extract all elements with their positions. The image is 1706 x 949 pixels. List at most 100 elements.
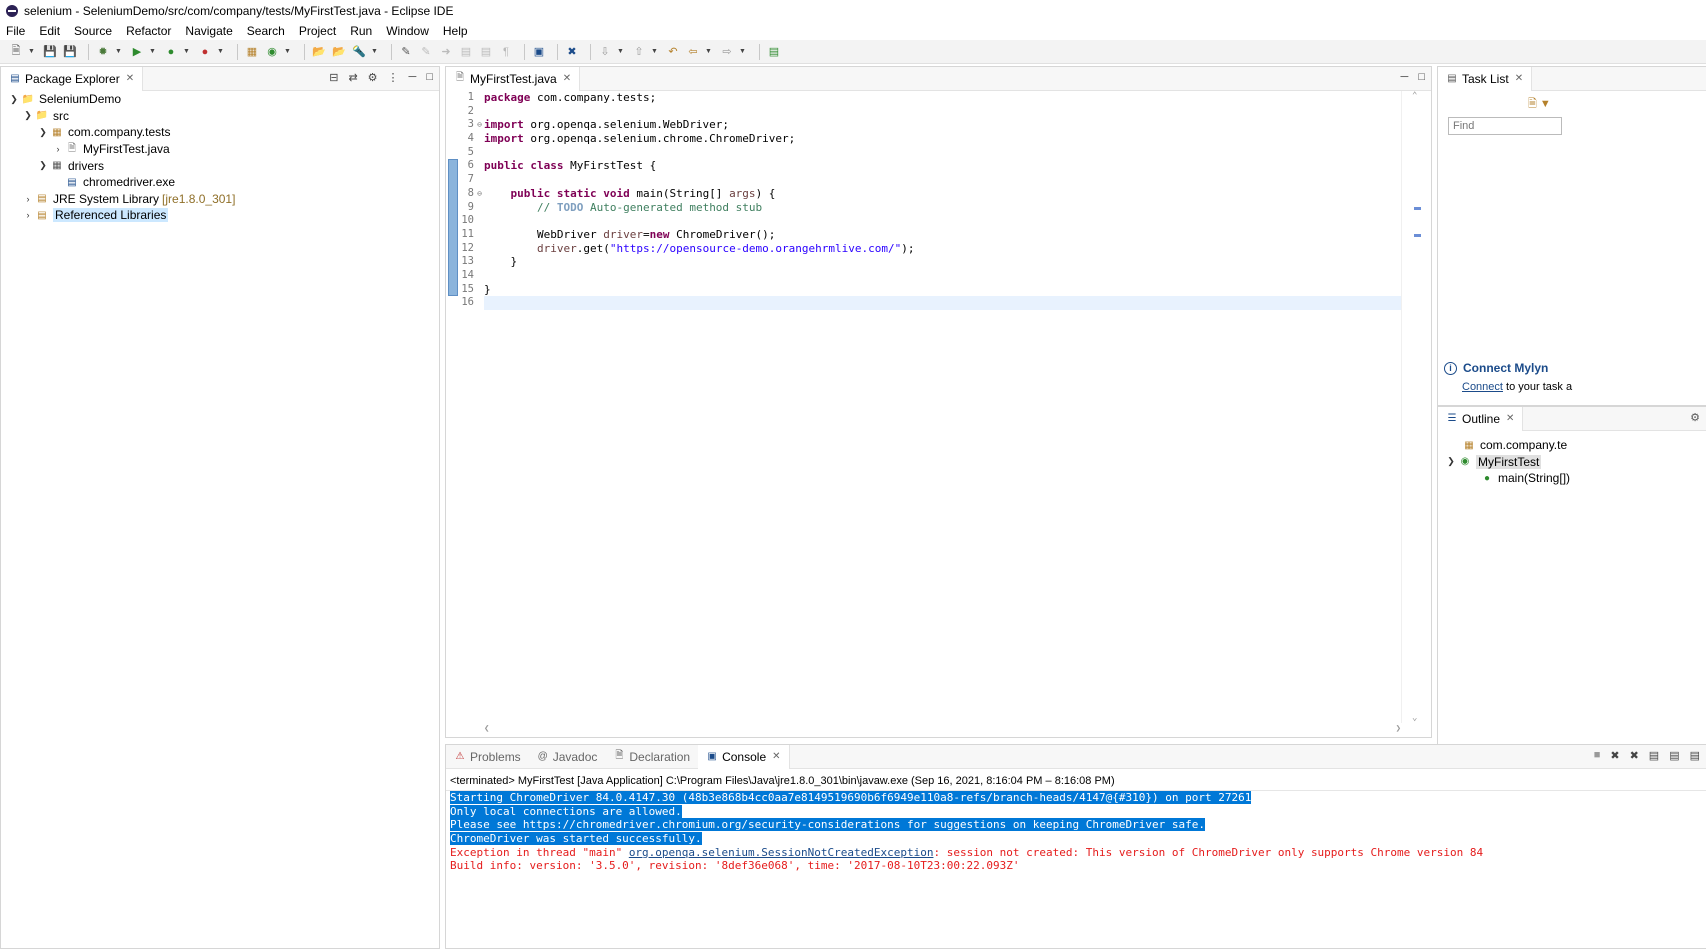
show-whitespace-icon[interactable]: ▤ — [478, 44, 494, 60]
coverage-icon[interactable]: ● — [163, 44, 179, 60]
tab-declaration[interactable]: 🗎 Declaration — [605, 745, 698, 769]
tree-item-referenced-libraries[interactable]: › ▤ Referenced Libraries — [1, 207, 439, 224]
tree-item-jre[interactable]: › ▤ JRE System Library [jre1.8.0_301] — [1, 191, 439, 208]
tab-outline[interactable]: ☰ Outline ✕ — [1438, 406, 1524, 431]
menu-project[interactable]: Project — [299, 24, 336, 38]
minimize-icon[interactable]: ─ — [409, 71, 417, 84]
connect-link[interactable]: Connect — [1462, 381, 1503, 393]
tab-problems[interactable]: ⚠ Problems — [446, 745, 529, 769]
previous-annotation-icon[interactable]: ⇧ — [631, 44, 647, 60]
remove-all-launches-icon[interactable]: ✖ — [1630, 749, 1639, 762]
editor-vertical-scrollbar[interactable]: ⌃ ⌄ — [1401, 91, 1431, 723]
remove-launch-icon[interactable]: ✖ — [1610, 749, 1619, 762]
new-java-class-icon[interactable]: ◉ — [264, 44, 280, 60]
editor-horizontal-scrollbar[interactable]: ❮ ❯ — [484, 723, 1401, 737]
debug-dropdown-icon[interactable]: ▼ — [115, 48, 123, 55]
close-icon[interactable]: ✕ — [1515, 73, 1523, 84]
outline-filter-icon[interactable]: ⚙ — [1690, 411, 1700, 424]
tree-item-src[interactable]: ❯ 📁 src — [1, 108, 439, 125]
expanded-chevron-icon[interactable]: ❯ — [1444, 456, 1458, 467]
new-dropdown-icon[interactable]: ▼ — [28, 48, 36, 55]
link-with-editor-icon[interactable]: ⇄ — [348, 71, 357, 84]
collapsed-chevron-icon[interactable]: › — [21, 210, 35, 220]
open-task-icon[interactable]: 📂 — [331, 44, 347, 60]
terminal-icon[interactable]: ▣ — [531, 44, 547, 60]
maximize-icon[interactable]: □ — [426, 71, 433, 84]
collapse-all-icon[interactable]: ⊟ — [329, 71, 338, 84]
task-find-input[interactable]: Find — [1448, 117, 1562, 135]
back-icon[interactable]: ⇦ — [685, 44, 701, 60]
forward-dropdown-icon[interactable]: ▼ — [739, 48, 747, 55]
word-wrap-icon[interactable]: ▤ — [1690, 749, 1700, 762]
tab-package-explorer[interactable]: ▤ Package Explorer ✕ — [1, 66, 144, 91]
tree-item-chromedriver[interactable]: ▤ chromedriver.exe — [1, 174, 439, 191]
tab-console[interactable]: ▣ Console ✕ — [698, 744, 790, 769]
tree-item-java-file[interactable]: › 🗎 MyFirstTest.java — [1, 141, 439, 158]
tab-javadoc[interactable]: @ Javadoc — [529, 745, 606, 769]
filters-icon[interactable]: ⚙ — [368, 71, 378, 84]
menu-file[interactable]: File — [6, 24, 25, 38]
outline-item-class[interactable]: ❯ ◉ MyFirstTest — [1438, 454, 1706, 471]
new-class-dropdown-icon[interactable]: ▼ — [284, 48, 292, 55]
search-dropdown-icon[interactable]: ▼ — [371, 48, 379, 55]
back-dropdown-icon[interactable]: ▼ — [705, 48, 713, 55]
close-icon[interactable]: ✕ — [772, 751, 780, 762]
toggle-block-selection-icon[interactable]: ➜ — [438, 44, 454, 60]
word-wrap-icon[interactable]: ▤ — [458, 44, 474, 60]
code-area[interactable]: 1 2 3 ⊖ 4 5 6 7 8 ⊖ 9 10 11 12 13 14 15 16… — [446, 91, 1431, 737]
scroll-up-icon[interactable]: ⌃ — [1412, 91, 1417, 101]
menu-source[interactable]: Source — [74, 24, 112, 38]
toggle-breadcrumb-icon[interactable]: ✎ — [418, 44, 434, 60]
expanded-chevron-icon[interactable]: ❯ — [7, 94, 21, 105]
close-icon[interactable]: ✕ — [1506, 413, 1514, 424]
last-edit-location-icon[interactable]: ↶ — [665, 44, 681, 60]
search-icon[interactable]: 🔦 — [351, 44, 367, 60]
minimize-icon[interactable]: ─ — [1401, 71, 1409, 83]
view-menu-icon[interactable]: ⋮ — [388, 71, 399, 84]
skip-breakpoints-icon[interactable]: ✖ — [564, 44, 580, 60]
exception-class-link[interactable]: org.openqa.selenium.SessionNotCreatedExc… — [629, 846, 934, 859]
previous-annotation-dropdown-icon[interactable]: ▼ — [651, 48, 659, 55]
expanded-chevron-icon[interactable]: ❯ — [36, 127, 50, 138]
scroll-right-icon[interactable]: ❯ — [1396, 724, 1401, 734]
tab-myfirsttest-java[interactable]: 🗎 MyFirstTest.java ✕ — [446, 66, 581, 91]
pilcrow-icon[interactable]: ¶ — [498, 44, 514, 60]
console-output[interactable]: Starting ChromeDriver 84.0.4147.30 (48b3… — [446, 791, 1706, 873]
open-perspective-icon[interactable]: ▤ — [766, 44, 782, 60]
save-icon[interactable]: 💾 — [42, 44, 58, 60]
menu-run[interactable]: Run — [350, 24, 372, 38]
open-type-icon[interactable]: 📂 — [311, 44, 327, 60]
outline-item-package[interactable]: ▦ com.company.te — [1438, 437, 1706, 454]
code-text[interactable]: package com.company.tests; import org.op… — [484, 91, 1401, 723]
collapsed-chevron-icon[interactable]: › — [21, 194, 35, 204]
new-java-package-icon[interactable]: ▦ — [244, 44, 260, 60]
next-annotation-icon[interactable]: ⇩ — [597, 44, 613, 60]
close-icon[interactable]: ✕ — [563, 73, 571, 84]
scroll-left-icon[interactable]: ❮ — [484, 724, 489, 734]
menu-window[interactable]: Window — [386, 24, 429, 38]
fold-icon[interactable]: ⊖ — [477, 187, 482, 201]
menu-edit[interactable]: Edit — [39, 24, 60, 38]
menu-help[interactable]: Help — [443, 24, 468, 38]
run-dropdown-icon[interactable]: ▼ — [149, 48, 157, 55]
menu-navigate[interactable]: Navigate — [185, 24, 232, 38]
clear-console-icon[interactable]: ▤ — [1649, 749, 1659, 762]
scroll-down-icon[interactable]: ⌄ — [1412, 713, 1417, 723]
expanded-chevron-icon[interactable]: ❯ — [36, 160, 50, 171]
toggle-mark-occurrences-icon[interactable]: ✎ — [398, 44, 414, 60]
outline-item-method[interactable]: ● main(String[]) — [1438, 470, 1706, 487]
maximize-icon[interactable]: □ — [1418, 71, 1425, 83]
tree-item-drivers[interactable]: ❯ ▦ drivers — [1, 157, 439, 174]
fold-icon[interactable]: ⊖ — [477, 118, 482, 132]
save-all-icon[interactable]: 💾 — [62, 44, 78, 60]
tree-item-project[interactable]: ❯ 📁 SeleniumDemo — [1, 91, 439, 108]
close-icon[interactable]: ✕ — [126, 73, 134, 84]
new-task-icon[interactable]: 🗎 ▼ — [1528, 95, 1551, 114]
scroll-lock-icon[interactable]: ▤ — [1669, 749, 1679, 762]
coverage-dropdown-icon[interactable]: ▼ — [183, 48, 191, 55]
tree-item-package[interactable]: ❯ ▦ com.company.tests — [1, 124, 439, 141]
menu-refactor[interactable]: Refactor — [126, 24, 171, 38]
menu-search[interactable]: Search — [247, 24, 285, 38]
forward-icon[interactable]: ⇨ — [719, 44, 735, 60]
external-tools-dropdown-icon[interactable]: ▼ — [217, 48, 225, 55]
